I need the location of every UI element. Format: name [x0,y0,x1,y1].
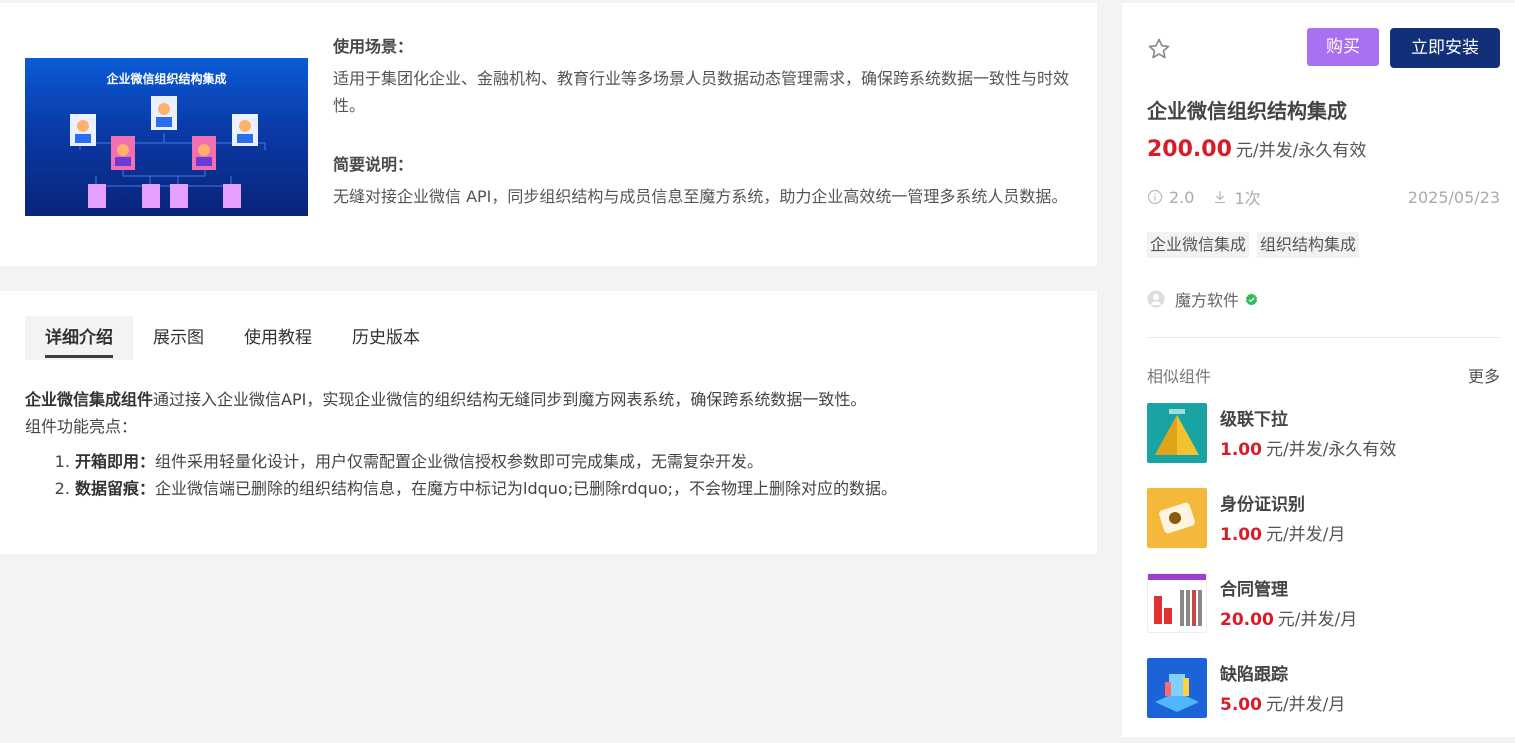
summary-text: 无缝对接企业微信 API，同步组织结构与成员信息至魔方系统，助力企业高效统一管理… [333,187,1068,206]
product-thumbnail: 企业微信组织结构集成 [25,58,308,216]
summary-card: 企业微信组织结构集成 使用场景： 适用于集团化企业、金融机构、教育行业等多场景人… [0,3,1097,266]
tag-list: 企业微信集成 组织结构集成 [1147,232,1360,258]
product-sidebar: 购买 立即安装 企业微信组织结构集成 200.00 元/并发/永久有效 2.0 1… [1122,3,1515,737]
similar-price: 1.00 元/并发/月 [1220,525,1346,545]
price-row: 200.00 元/并发/永久有效 [1147,136,1366,162]
similar-thumb [1147,403,1207,463]
highlight-text: 组件采用轻量化设计，用户仅需配置企业微信授权参数即可完成集成，无需复杂开发。 [155,452,764,471]
detail-card: 详细介绍 展示图 使用教程 历史版本 企业微信集成组件通过接入企业微信API，实… [0,291,1097,554]
publish-date: 2025/05/23 [1407,187,1500,207]
intro-lead-text: 通过接入企业微信API，实现企业微信的组织结构无缝同步到魔方网表系统，确保跨系统… [153,390,867,409]
tab-tutorial[interactable]: 使用教程 [224,316,332,360]
summary-heading: 简要说明： [333,155,414,174]
buy-button[interactable]: 购买 [1307,28,1379,66]
author-name: 魔方软件 [1175,291,1240,310]
product-title: 企业微信组织结构集成 [1147,99,1347,123]
tag[interactable]: 企业微信集成 [1147,232,1250,258]
tab-bar: 详细介绍 展示图 使用教程 历史版本 [25,316,440,360]
similar-price: 5.00 元/并发/月 [1220,695,1346,715]
user-avatar-icon [1147,290,1165,308]
similar-name: 身份证识别 [1220,495,1305,515]
highlight-title: 数据留痕： [75,479,156,498]
price-amount: 200.00 [1147,137,1232,162]
similar-name: 级联下拉 [1220,410,1288,430]
info-icon [1147,189,1163,205]
similar-name: 缺陷跟踪 [1220,665,1288,685]
similar-item[interactable]: 身份证识别 1.00 元/并发/月 [1147,488,1507,550]
org-chart-illustration [70,96,266,208]
intro-lead-bold: 企业微信集成组件 [25,390,154,409]
contract-chart-icon [1148,574,1206,626]
download-icon [1215,191,1226,204]
similar-header: 相似组件 更多 [1147,363,1500,387]
tab-detail[interactable]: 详细介绍 [25,316,133,360]
similar-heading: 相似组件 [1147,367,1212,386]
divider [1147,337,1500,338]
version-text: 2.0 [1169,187,1195,207]
usage-text: 适用于集团化企业、金融机构、教育行业等多场景人员数据动态管理需求，确保跨系统数据… [333,69,1070,115]
similar-item[interactable]: 缺陷跟踪 5.00 元/并发/月 [1147,658,1507,720]
tab-screenshots[interactable]: 展示图 [133,316,224,360]
highlights-label: 组件功能亮点： [25,417,138,436]
tag[interactable]: 组织结构集成 [1257,232,1360,258]
tab-history[interactable]: 历史版本 [332,316,440,360]
more-link[interactable]: 更多 [1468,363,1500,387]
id-card-icon [1159,502,1195,534]
list-item: 数据留痕：企业微信端已删除的组织结构信息，在魔方中标记为ldquo;已删除rdq… [75,475,1085,502]
pyramid-icon [1155,409,1199,455]
highlight-title: 开箱即用： [75,452,156,471]
usage-heading: 使用场景： [333,37,414,56]
bug-tracking-icon [1155,674,1199,712]
highlights-list: 开箱即用：组件采用轻量化设计，用户仅需配置企业微信授权参数即可完成集成，无需复杂… [25,448,1085,502]
similar-item[interactable]: 级联下拉 1.00 元/并发/永久有效 [1147,403,1507,465]
similar-price: 1.00 元/并发/永久有效 [1220,440,1397,460]
download-count: 1次 [1234,189,1261,208]
meta-row: 2.0 1次 2025/05/23 [1147,185,1500,209]
highlight-text: 企业微信端已删除的组织结构信息，在魔方中标记为ldquo;已删除rdquo;，不… [155,479,898,498]
list-item: 开箱即用：组件采用轻量化设计，用户仅需配置企业微信授权参数即可完成集成，无需复杂… [75,448,1085,475]
similar-item[interactable]: 合同管理 20.00 元/并发/月 [1147,573,1507,635]
similar-thumb [1147,658,1207,718]
similar-thumb [1147,488,1207,548]
usage-section: 使用场景： 适用于集团化企业、金融机构、教育行业等多场景人员数据动态管理需求，确… [333,33,1078,119]
price-unit: 元/并发/永久有效 [1235,141,1367,161]
similar-name: 合同管理 [1220,580,1288,600]
similar-thumb [1147,573,1207,633]
similar-price: 20.00 元/并发/月 [1220,610,1358,630]
author-row[interactable]: 魔方软件 [1147,287,1258,311]
install-button[interactable]: 立即安装 [1390,28,1500,68]
verified-icon [1245,292,1258,306]
intro-content: 企业微信集成组件通过接入企业微信API，实现企业微信的组织结构无缝同步到魔方网表… [25,386,1085,502]
star-icon[interactable] [1147,37,1171,61]
summary-section: 简要说明： 无缝对接企业微信 API，同步组织结构与成员信息至魔方系统，助力企业… [333,151,1078,210]
